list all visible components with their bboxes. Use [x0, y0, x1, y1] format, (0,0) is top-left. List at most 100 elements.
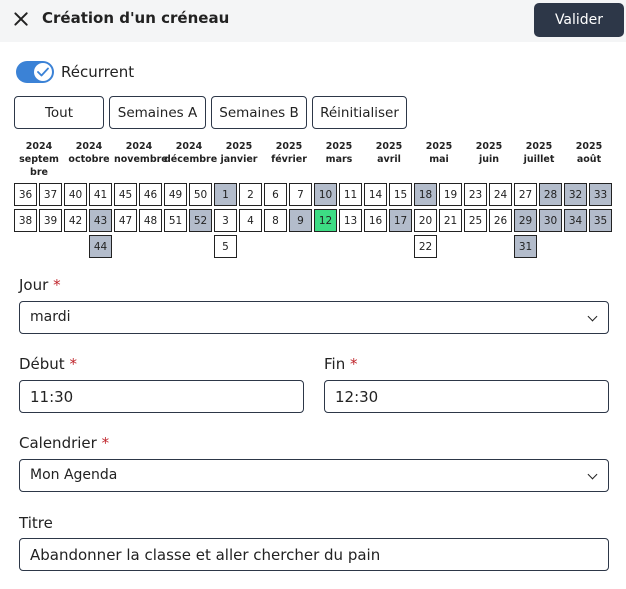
week-cell[interactable]: 43 — [89, 209, 112, 232]
week-cell[interactable]: 33 — [589, 183, 612, 206]
week-cell[interactable]: 26 — [489, 209, 512, 232]
week-cell[interactable]: 49 — [164, 183, 187, 206]
start-label: Début * — [19, 355, 77, 373]
week-cell[interactable]: 28 — [539, 183, 562, 206]
validate-button[interactable]: Valider — [534, 3, 624, 37]
week-cell[interactable]: 17 — [389, 209, 412, 232]
month-name: septembre — [19, 154, 59, 178]
week-cell[interactable]: 44 — [89, 235, 112, 258]
month-year: 2024 — [175, 141, 203, 152]
title-input[interactable]: Abandonner la classe et aller chercher d… — [19, 538, 609, 571]
month-year: 2025 — [375, 141, 403, 152]
week-cell[interactable]: 19 — [439, 183, 462, 206]
week-cell[interactable]: 9 — [289, 209, 312, 232]
month-year: 2025 — [525, 141, 553, 152]
month-label: 2025 janvier — [214, 140, 264, 166]
week-cell[interactable]: 11 — [339, 183, 362, 206]
week-cell[interactable]: 16 — [364, 209, 387, 232]
week-cell[interactable]: 21 — [439, 209, 462, 232]
start-time-input[interactable]: 11:30 — [19, 380, 304, 413]
week-cell[interactable]: 31 — [514, 235, 537, 258]
week-cell[interactable]: 30 — [539, 209, 562, 232]
day-select[interactable]: mardi — [19, 301, 609, 334]
week-cell[interactable]: 23 — [464, 183, 487, 206]
chevron-down-icon — [587, 311, 598, 322]
close-icon[interactable] — [10, 8, 32, 30]
reset-button[interactable]: Réinitialiser — [312, 96, 407, 129]
check-icon — [34, 63, 52, 81]
filter-all-button[interactable]: Tout — [14, 96, 104, 129]
week-cell[interactable]: 20 — [414, 209, 437, 232]
month-name: juin — [478, 154, 500, 165]
week-cell[interactable]: 27 — [514, 183, 537, 206]
week-cell[interactable]: 38 — [14, 209, 37, 232]
week-cell[interactable]: 37 — [39, 183, 62, 206]
filter-weeks-a-button[interactable]: Semaines A — [109, 96, 206, 129]
month-name: avril — [377, 154, 401, 165]
week-cell[interactable]: 10 — [314, 183, 337, 206]
week-cell[interactable]: 48 — [139, 209, 162, 232]
month-label: 2025 juin — [464, 140, 514, 166]
week-cell[interactable]: 35 — [589, 209, 612, 232]
week-cell[interactable]: 32 — [564, 183, 587, 206]
week-cell[interactable]: 42 — [64, 209, 87, 232]
week-cell[interactable]: 46 — [139, 183, 162, 206]
week-cell[interactable]: 41 — [89, 183, 112, 206]
month-year: 2024 — [125, 141, 153, 152]
week-cell[interactable]: 5 — [214, 235, 237, 258]
week-cell[interactable]: 18 — [414, 183, 437, 206]
week-cell[interactable]: 50 — [189, 183, 212, 206]
week-cell[interactable]: 47 — [114, 209, 137, 232]
week-cell[interactable]: 6 — [264, 183, 287, 206]
week-cell[interactable]: 52 — [189, 209, 212, 232]
month-name: janvier — [220, 154, 258, 165]
week-cell[interactable]: 12 — [314, 209, 337, 232]
month-label: 2024 novembre — [114, 140, 168, 166]
month-label: 2024 septembre — [14, 140, 64, 179]
week-cell[interactable]: 8 — [264, 209, 287, 232]
recurrent-label: Récurrent — [61, 63, 135, 81]
month-year: 2025 — [325, 141, 353, 152]
end-time-input[interactable]: 12:30 — [324, 380, 609, 413]
month-label: 2025 août — [564, 140, 614, 166]
filter-weeks-b-button[interactable]: Semaines B — [211, 96, 307, 129]
week-cell[interactable]: 7 — [289, 183, 312, 206]
calendar-value: Mon Agenda — [30, 467, 118, 483]
week-cell[interactable]: 51 — [164, 209, 187, 232]
week-cell[interactable]: 36 — [14, 183, 37, 206]
month-year: 2025 — [575, 141, 603, 152]
month-label: 2025 juillet — [514, 140, 564, 166]
week-cell[interactable]: 14 — [364, 183, 387, 206]
title-label: Titre — [19, 514, 53, 532]
week-cell[interactable]: 29 — [514, 209, 537, 232]
month-year: 2024 — [25, 141, 53, 152]
week-cell[interactable]: 22 — [414, 235, 437, 258]
calendar-select[interactable]: Mon Agenda — [19, 459, 609, 492]
week-cell[interactable]: 2 — [239, 183, 262, 206]
week-cell[interactable]: 25 — [464, 209, 487, 232]
week-cell[interactable]: 15 — [389, 183, 412, 206]
week-cell[interactable]: 13 — [339, 209, 362, 232]
recurrent-toggle[interactable] — [16, 61, 54, 83]
month-name: décembre — [164, 154, 218, 165]
week-cell[interactable]: 39 — [39, 209, 62, 232]
week-cell[interactable]: 24 — [489, 183, 512, 206]
month-label: 2024 décembre — [164, 140, 218, 166]
dialog-header: Création d'un créneau Valider — [0, 0, 626, 42]
month-label: 2025 mai — [414, 140, 464, 166]
month-name: mai — [429, 154, 449, 165]
month-year: 2025 — [275, 141, 303, 152]
month-label: 2025 février — [264, 140, 314, 166]
week-cell[interactable]: 4 — [239, 209, 262, 232]
week-cell[interactable]: 1 — [214, 183, 237, 206]
week-cell[interactable]: 45 — [114, 183, 137, 206]
month-year: 2025 — [225, 141, 253, 152]
week-cell[interactable]: 3 — [214, 209, 237, 232]
month-name: octobre — [68, 154, 110, 165]
month-name: février — [271, 154, 307, 165]
end-label: Fin * — [324, 355, 358, 373]
week-cell[interactable]: 34 — [564, 209, 587, 232]
month-year: 2025 — [425, 141, 453, 152]
month-name: novembre — [114, 154, 168, 165]
week-cell[interactable]: 40 — [64, 183, 87, 206]
